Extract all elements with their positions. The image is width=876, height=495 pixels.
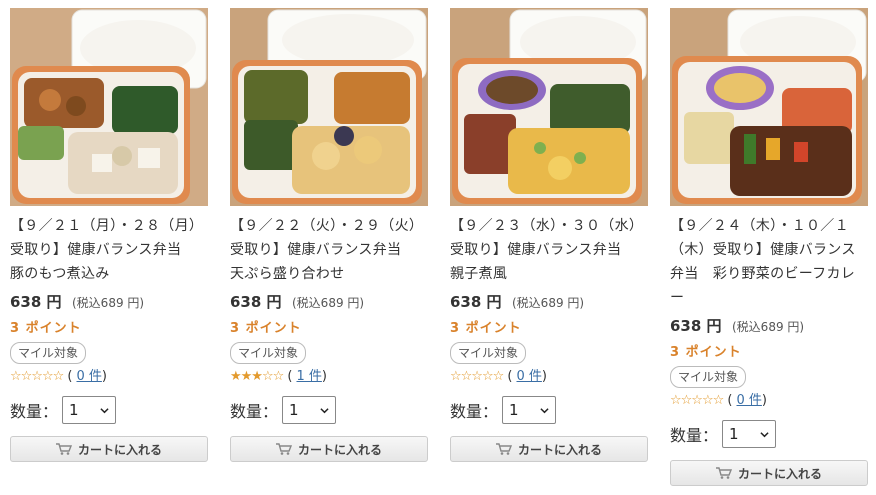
quantity-row: 数量： 1 [450,396,648,424]
points: 3 ポイント [10,321,82,336]
add-to-cart-label: カートに入れる [737,466,822,481]
chevron-down-icon [320,407,329,413]
product-card: 【９／２４（木）・１０／１（木）受取り】健康バランス弁当 彩り野菜のビーフカレー… [670,8,868,486]
quantity-value: 1 [69,401,79,419]
cart-icon [715,467,732,479]
rating: ☆☆☆☆☆ (0 件) [670,393,767,408]
product-title[interactable]: 【９／２２（火）・２９（火）受取り】健康バランス弁当 天ぷら盛り合わせ [230,214,428,286]
product-card: 【９／２１（月）・２８（月）受取り】健康バランス弁当 豚のもつ煮込み 638 円… [10,8,208,462]
add-to-cart-button[interactable]: カートに入れる [230,436,428,462]
star-rating-icon: ☆☆☆☆☆ [450,369,504,384]
chevron-down-icon [760,431,769,437]
tax-included-price: (税込689 円) [292,296,365,310]
quantity-select[interactable]: 1 [722,420,777,448]
cart-icon [495,443,512,455]
tax-included-price: (税込689 円) [732,320,805,334]
quantity-label: 数量： [670,426,719,445]
tax-included-price: (税込689 円) [512,296,585,310]
product-image[interactable] [450,8,648,206]
chevron-down-icon [540,407,549,413]
price: 638 円 [450,293,502,311]
add-to-cart-button[interactable]: カートに入れる [670,460,868,486]
price-row: 638 円 (税込689 円) [10,292,208,313]
quantity-select[interactable]: 1 [62,396,117,424]
star-rating-icon: ★★★☆☆ [230,369,284,384]
chevron-down-icon [100,407,109,413]
product-title[interactable]: 【９／２４（木）・１０／１（木）受取り】健康バランス弁当 彩り野菜のビーフカレー [670,214,868,310]
price-row: 638 円 (税込689 円) [670,316,868,337]
price: 638 円 [10,293,62,311]
review-count-link[interactable]: 0 件 [517,369,542,384]
product-image[interactable] [10,8,208,206]
product-card: 【９／２２（火）・２９（火）受取り】健康バランス弁当 天ぷら盛り合わせ 638 … [230,8,428,462]
quantity-label: 数量： [10,402,59,421]
quantity-value: 1 [289,401,299,419]
price: 638 円 [670,317,722,335]
add-to-cart-button[interactable]: カートに入れる [10,436,208,462]
points: 3 ポイント [450,321,522,336]
product-title[interactable]: 【９／２１（月）・２８（月）受取り】健康バランス弁当 豚のもつ煮込み [10,214,208,286]
cart-icon [275,443,292,455]
add-to-cart-label: カートに入れる [297,442,382,457]
cart-icon [55,443,72,455]
rating: ☆☆☆☆☆ (0 件) [10,369,107,384]
rating: ☆☆☆☆☆ (0 件) [450,369,547,384]
add-to-cart-label: カートに入れる [77,442,162,457]
quantity-select[interactable]: 1 [282,396,337,424]
quantity-select[interactable]: 1 [502,396,557,424]
add-to-cart-button[interactable]: カートに入れる [450,436,648,462]
quantity-label: 数量： [450,402,499,421]
review-count-link[interactable]: 1 件 [297,369,322,384]
mile-badge: マイル対象 [230,342,307,364]
product-image[interactable] [230,8,428,206]
quantity-label: 数量： [230,402,279,421]
mile-badge: マイル対象 [10,342,87,364]
quantity-value: 1 [509,401,519,419]
product-grid: 【９／２１（月）・２８（月）受取り】健康バランス弁当 豚のもつ煮込み 638 円… [0,0,876,495]
product-title[interactable]: 【９／２３（水）・３０（水）受取り】健康バランス弁当 親子煮風 [450,214,648,286]
product-card: 【９／２３（水）・３０（水）受取り】健康バランス弁当 親子煮風 638 円 (税… [450,8,648,462]
price: 638 円 [230,293,282,311]
mile-badge: マイル対象 [450,342,527,364]
rating: ★★★☆☆ (1 件) [230,369,327,384]
quantity-row: 数量： 1 [230,396,428,424]
quantity-value: 1 [729,425,739,443]
review-count-link[interactable]: 0 件 [77,369,102,384]
add-to-cart-label: カートに入れる [517,442,602,457]
price-row: 638 円 (税込689 円) [450,292,648,313]
points: 3 ポイント [670,345,742,360]
tax-included-price: (税込689 円) [72,296,145,310]
product-image[interactable] [670,8,868,206]
quantity-row: 数量： 1 [670,420,868,448]
review-count-link[interactable]: 0 件 [737,393,762,408]
points: 3 ポイント [230,321,302,336]
mile-badge: マイル対象 [670,366,747,388]
star-rating-icon: ☆☆☆☆☆ [670,393,724,408]
quantity-row: 数量： 1 [10,396,208,424]
star-rating-icon: ☆☆☆☆☆ [10,369,64,384]
price-row: 638 円 (税込689 円) [230,292,428,313]
